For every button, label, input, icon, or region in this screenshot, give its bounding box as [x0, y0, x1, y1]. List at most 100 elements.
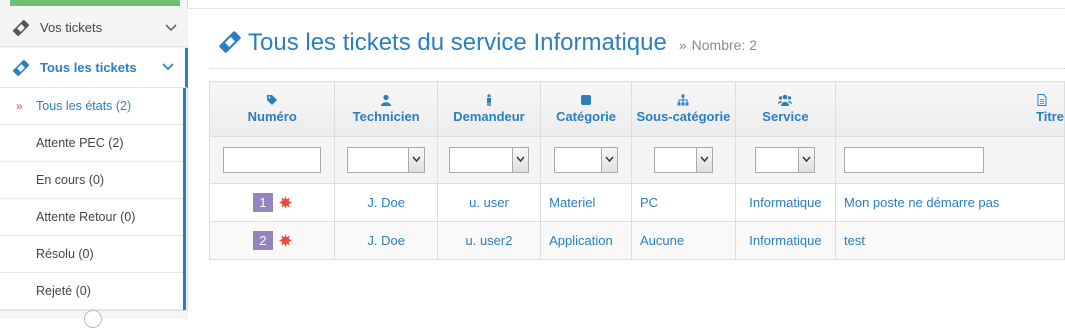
sidebar-item-label: Vos tickets	[40, 20, 103, 35]
page-header: Tous les tickets du service Informatique…	[218, 26, 757, 57]
cell-sous-categorie[interactable]: PC	[630, 183, 736, 222]
submenu-item-label: Tous les états (2)	[36, 99, 132, 113]
cell-sous-categorie[interactable]: Aucune	[630, 221, 736, 260]
column-header-label: Demandeur	[453, 109, 525, 124]
filter-cell	[436, 136, 542, 184]
caret-down-icon	[605, 156, 614, 163]
submenu-item-label: Rejeté (0)	[36, 284, 91, 298]
cell-service[interactable]: Informatique	[734, 221, 837, 260]
cell-numero: 2	[208, 221, 336, 260]
sidebar-collapse-button[interactable]	[84, 310, 102, 328]
column-header-categorie[interactable]: Catégorie	[540, 81, 632, 137]
table-header-row: Numéro Technicien Demandeur Catégorie So…	[208, 81, 1065, 137]
column-header-label: Catégorie	[556, 109, 617, 124]
chevron-down-icon[interactable]	[161, 60, 175, 74]
filter-demandeur-select[interactable]	[448, 147, 529, 173]
filter-cell	[334, 136, 438, 184]
column-header-service[interactable]: Service	[734, 81, 837, 137]
ticket-count: » Nombre: 2	[679, 37, 757, 53]
submenu-item-label: Attente Retour (0)	[36, 210, 136, 224]
sidebar-top-bar	[10, 0, 180, 6]
submenu-item-attente-pec[interactable]: Attente PEC (2)	[0, 125, 183, 162]
submenu-item-attente-retour[interactable]: Attente Retour (0)	[0, 199, 183, 236]
cell-technicien[interactable]: J. Doe	[334, 221, 438, 260]
ticket-icon	[12, 19, 30, 36]
cell-categorie[interactable]: Application	[540, 221, 632, 260]
top-divider	[189, 8, 1065, 9]
dropdown-arrow	[511, 148, 528, 172]
filter-cell	[734, 136, 837, 184]
submenu-item-label: En cours (0)	[36, 173, 105, 187]
filter-numero-input[interactable]	[223, 147, 322, 173]
column-header-titre[interactable]: Titre	[835, 81, 1065, 137]
new-ticket-burst-icon	[278, 196, 292, 209]
column-header-label: Sous-catégorie	[636, 109, 731, 124]
dropdown-arrow	[601, 148, 618, 172]
caret-down-icon	[516, 156, 525, 163]
double-angle-right-icon: »	[16, 99, 23, 113]
ticket-count-label: Nombre: 2	[691, 37, 758, 53]
stop-icon	[581, 95, 592, 105]
ticket-icon	[219, 31, 241, 53]
sidebar-item-label: Tous les tickets	[40, 60, 137, 75]
sidebar: Vos tickets Tous les tickets » Tous les …	[0, 0, 188, 328]
filter-cell	[835, 136, 1065, 184]
submenu-item-label: Résolu (0)	[36, 247, 94, 261]
submenu-item-resolu[interactable]: Résolu (0)	[0, 236, 183, 273]
users-icon	[778, 94, 793, 106]
cell-titre[interactable]: test	[835, 221, 1065, 260]
page-title: Tous les tickets du service Informatique	[248, 29, 667, 56]
column-header-sous-categorie[interactable]: Sous-catégorie	[630, 81, 736, 137]
ticket-id-badge[interactable]: 1	[252, 193, 273, 212]
dropdown-arrow	[695, 148, 712, 172]
cell-demandeur[interactable]: u. user2	[436, 221, 542, 260]
column-header-numero[interactable]: Numéro	[208, 81, 336, 137]
filter-technicien-select[interactable]	[347, 147, 426, 173]
cell-categorie[interactable]: Materiel	[540, 183, 632, 222]
column-header-label: Service	[762, 109, 809, 124]
filter-sous-categorie-select[interactable]	[653, 147, 713, 173]
submenu-item-en-cours[interactable]: En cours (0)	[0, 162, 183, 199]
ticket-icon	[12, 59, 30, 76]
caret-down-icon	[802, 156, 811, 163]
cell-demandeur[interactable]: u. user	[436, 183, 542, 222]
new-ticket-burst-icon	[278, 234, 292, 247]
sidebar-item-vos-tickets[interactable]: Vos tickets	[0, 9, 188, 47]
caret-down-icon	[412, 156, 421, 163]
dropdown-arrow	[798, 148, 815, 172]
header-divider	[210, 68, 1065, 69]
user-icon	[381, 94, 392, 106]
sidebar-item-tous-les-tickets[interactable]: Tous les tickets	[0, 48, 188, 88]
sitemap-icon	[677, 94, 689, 106]
cell-service[interactable]: Informatique	[734, 183, 837, 222]
column-header-label: Titre	[1036, 109, 1064, 124]
filter-service-select[interactable]	[755, 147, 816, 173]
sidebar-submenu: » Tous les états (2) Attente PEC (2) En …	[0, 88, 186, 310]
submenu-item-tous-les-etats[interactable]: » Tous les états (2)	[0, 88, 183, 125]
filter-row	[208, 136, 1065, 184]
ticket-id-badge[interactable]: 2	[252, 231, 273, 250]
table-row[interactable]: 2 J. Doe u. user2 Application Aucune Inf…	[208, 221, 1065, 260]
column-header-label: Technicien	[352, 109, 420, 124]
table-row[interactable]: 1 J. Doe u. user Materiel PC Informatiqu…	[208, 183, 1065, 222]
caret-down-icon	[700, 156, 709, 163]
column-header-label: Numéro	[247, 109, 297, 124]
file-icon	[1037, 94, 1047, 106]
column-header-technicien[interactable]: Technicien	[334, 81, 438, 137]
submenu-item-rejete[interactable]: Rejeté (0)	[0, 273, 183, 310]
filter-categorie-select[interactable]	[554, 147, 619, 173]
dropdown-arrow	[408, 148, 425, 172]
column-header-demandeur[interactable]: Demandeur	[436, 81, 542, 137]
filter-titre-input[interactable]	[844, 147, 985, 173]
submenu-item-label: Attente PEC (2)	[36, 136, 124, 150]
cell-technicien[interactable]: J. Doe	[334, 183, 438, 222]
chevron-down-icon[interactable]	[164, 21, 178, 35]
filter-cell	[630, 136, 736, 184]
cell-numero: 1	[208, 183, 336, 222]
double-angle-right-icon: »	[678, 37, 687, 53]
cell-titre[interactable]: Mon poste ne démarre pas	[835, 183, 1065, 222]
tickets-table: Numéro Technicien Demandeur Catégorie So…	[208, 81, 1065, 260]
cell-titre-text: Mon poste ne démarre pas	[844, 195, 1000, 210]
filter-cell	[540, 136, 632, 184]
male-icon	[486, 94, 491, 106]
